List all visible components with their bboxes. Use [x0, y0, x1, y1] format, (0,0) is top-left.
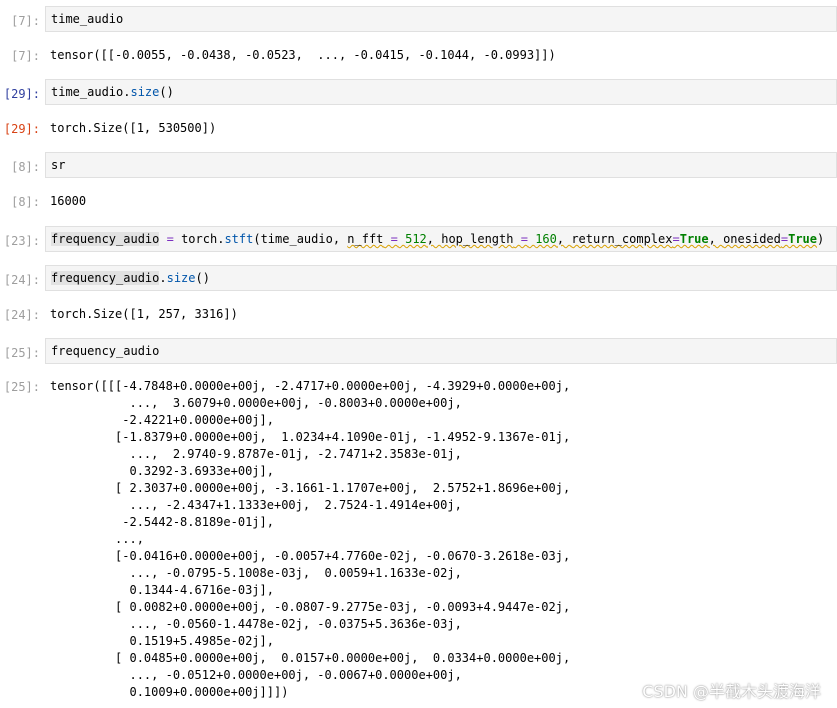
out-prompt: [24]:: [3, 308, 40, 322]
csdn-watermark: CSDN @半截木头渡海洋: [642, 682, 821, 701]
code-input[interactable]: frequency_audio = torch.stft(time_audio,…: [45, 226, 837, 252]
cell-output: torch.Size([1, 530500]): [50, 121, 217, 135]
code-method: size: [166, 271, 196, 285]
in-prompt: [29]:: [3, 87, 40, 101]
in-prompt: [7]:: [11, 14, 40, 28]
cell-output: torch.Size([1, 257, 3316]): [50, 307, 238, 321]
code-text: frequency_audio: [51, 344, 160, 358]
code-close: ): [817, 232, 825, 246]
out-prompt: [8]:: [11, 195, 40, 209]
in-prompt: [23]:: [3, 234, 40, 248]
code-module: torch: [181, 232, 218, 246]
code-input[interactable]: sr: [45, 152, 837, 178]
code-input[interactable]: time_audio: [45, 6, 837, 32]
code-operator: =: [166, 232, 174, 246]
in-prompt: [24]:: [3, 273, 40, 287]
code-text: time_audio: [51, 12, 124, 26]
code-input[interactable]: frequency_audio.size(): [45, 265, 837, 291]
code-input[interactable]: time_audio.size(): [45, 79, 837, 105]
code-object: time_audio: [51, 85, 124, 99]
in-prompt: [8]:: [11, 160, 40, 174]
out-prompt: [29]:: [3, 122, 40, 136]
code-text: sr: [51, 158, 66, 172]
code-kwarg: n_fft = 512, hop_length = 160, return_co…: [347, 232, 818, 246]
code-parens: (): [195, 271, 210, 285]
in-prompt: [25]:: [3, 346, 40, 360]
code-object: frequency_audio: [51, 271, 160, 285]
code-variable: frequency_audio: [51, 232, 160, 246]
code-method: size: [130, 85, 160, 99]
cell-output: tensor([[[-4.7848+0.0000e+00j, -2.4717+0…: [50, 379, 571, 699]
code-parens: (): [159, 85, 174, 99]
code-text: frequency_audio.size(): [51, 271, 210, 285]
code-text: time_audio.size(): [51, 85, 174, 99]
code-input[interactable]: frequency_audio: [45, 338, 837, 364]
out-prompt: [7]:: [11, 49, 40, 63]
cell-output: 16000: [50, 194, 87, 208]
code-method: stft: [224, 232, 254, 246]
code-text: frequency_audio = torch.stft(time_audio,…: [51, 232, 825, 246]
cell-output: tensor([[-0.0055, -0.0438, -0.0523, ...,…: [50, 48, 556, 62]
code-arg: (time_audio,: [253, 232, 348, 246]
out-prompt: [25]:: [3, 380, 40, 394]
